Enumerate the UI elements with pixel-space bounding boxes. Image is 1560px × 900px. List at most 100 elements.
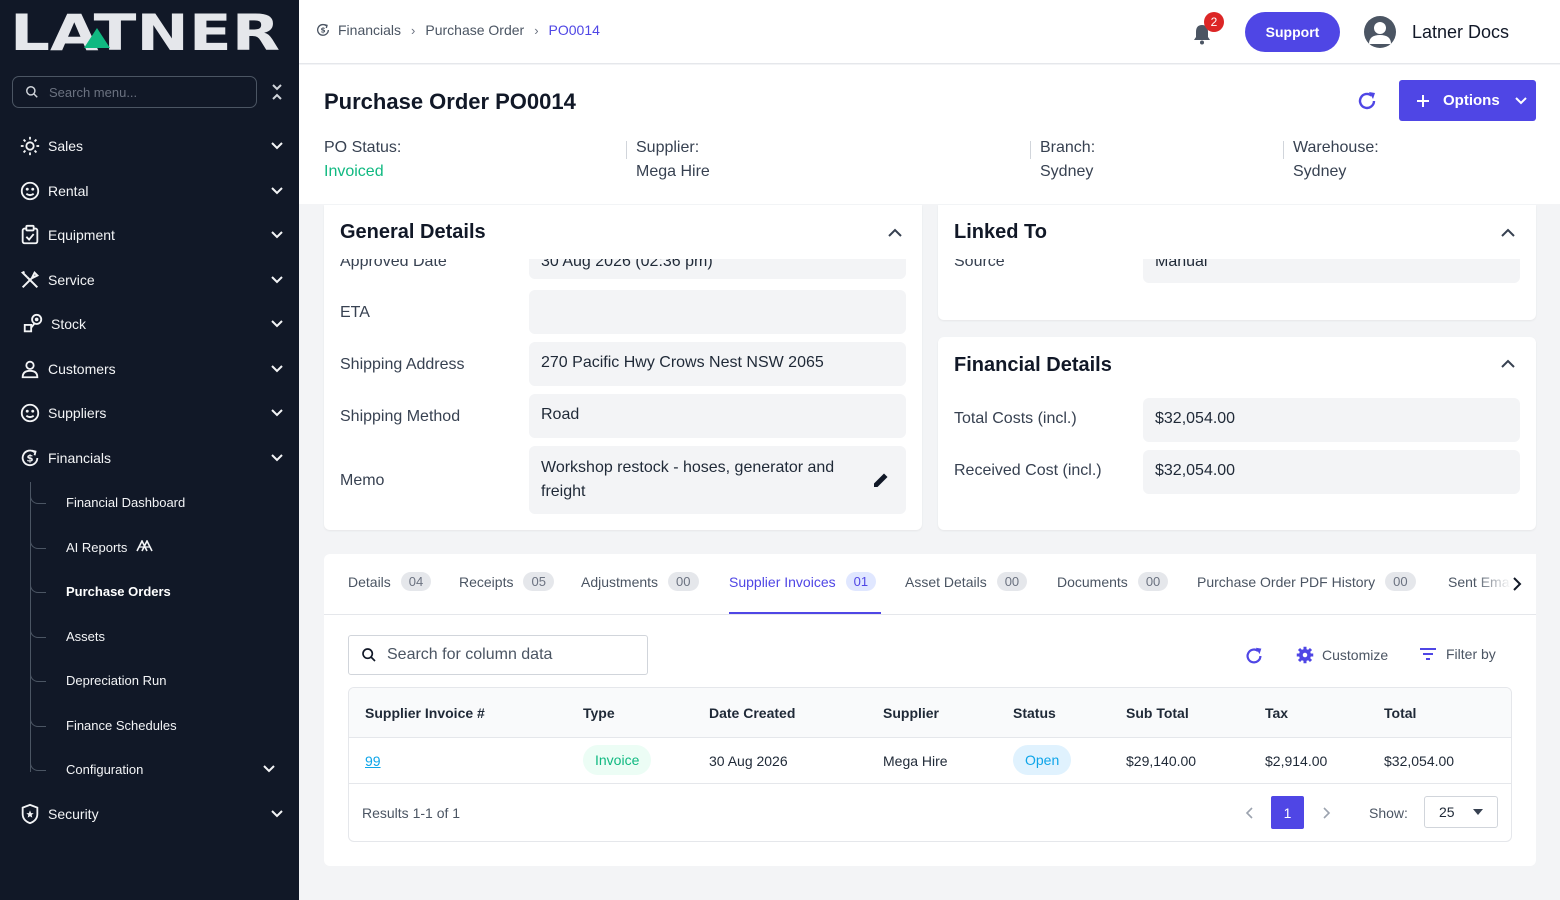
sidebar-item-sales[interactable]: Sales (0, 126, 299, 166)
support-button[interactable]: Support (1245, 12, 1340, 52)
sidebar-item-security[interactable]: Security (0, 794, 299, 834)
sidebar-item-equipment[interactable]: Equipment (0, 215, 299, 255)
menu-search-box[interactable] (12, 76, 257, 108)
column-header[interactable]: Tax (1265, 705, 1288, 721)
chevron-down-icon (268, 226, 286, 244)
sidebar-item-financials[interactable]: $ Financials (0, 438, 299, 478)
avatar[interactable] (1364, 16, 1396, 48)
tab-label: Supplier Invoices (729, 574, 836, 590)
sidebar-item-stock[interactable]: Stock (0, 304, 299, 344)
chevron-down-icon (268, 182, 286, 200)
status-badge: Open (1013, 745, 1072, 775)
sidebar-subitem-configuration[interactable]: Configuration (30, 749, 299, 789)
refresh-icon[interactable] (1355, 89, 1379, 113)
supplier-cell: Mega Hire (883, 753, 948, 769)
financials-icon: $ (317, 23, 329, 36)
memo-field[interactable]: Workshop restock - hoses, generator and … (529, 446, 906, 514)
options-button[interactable]: Options (1399, 80, 1536, 121)
source-field[interactable]: Manual (1143, 259, 1520, 283)
column-header[interactable]: Status (1013, 705, 1056, 721)
tree-connector (30, 705, 46, 727)
customize-button[interactable]: Customize (1296, 646, 1388, 664)
chevron-down-icon (268, 360, 286, 378)
branch-value: Sydney (1040, 163, 1094, 180)
sidebar-subitem-financial-dashboard[interactable]: Financial Dashboard (30, 482, 299, 522)
tab-label: Adjustments (581, 574, 659, 590)
invoice-number-cell: 99 (365, 753, 381, 769)
tab-asset-details[interactable]: Asset Details 00 (905, 572, 1028, 614)
sidebar-subitem-depreciation-run[interactable]: Depreciation Run (30, 660, 299, 700)
chevron-up-icon[interactable] (885, 223, 905, 243)
tree-connector (30, 571, 46, 593)
sidebar-subitem-assets[interactable]: Assets (30, 616, 299, 656)
total-cell: $32,054.00 (1384, 753, 1455, 769)
table-header: Supplier Invoice # Type Date Created Sup… (349, 688, 1511, 738)
eta-field[interactable] (529, 290, 906, 334)
sidebar-item-customers[interactable]: Customers (0, 349, 299, 389)
column-header[interactable]: Supplier Invoice # (365, 705, 485, 721)
received-cost-field[interactable]: $32,054.00 (1143, 450, 1520, 494)
table-search-box[interactable] (348, 635, 648, 675)
page-size-select[interactable]: 25 (1424, 796, 1498, 828)
top-bar: $ Financials › Purchase Order › PO0014 2… (299, 0, 1560, 64)
shipping-method-field[interactable]: Road (529, 394, 906, 438)
collapse-sidebar-button[interactable] (266, 80, 288, 104)
tab-receipts[interactable]: Receipts 05 (459, 572, 554, 614)
tab-count-badge: 00 (1385, 572, 1416, 591)
column-header[interactable]: Total (1384, 705, 1416, 721)
type-badge: Invoice (583, 745, 652, 775)
suppliers-icon (19, 402, 41, 424)
search-icon (362, 648, 376, 662)
breadcrumb-item-financials[interactable]: Financials (338, 22, 401, 38)
pagination-current-page[interactable]: 1 (1271, 796, 1304, 829)
tab-documents[interactable]: Documents 00 (1057, 572, 1169, 614)
search-icon (26, 86, 38, 98)
chevron-right-icon[interactable] (1318, 805, 1334, 821)
sidebar-item-rental[interactable]: Rental (0, 171, 299, 211)
chevron-right-icon[interactable] (1510, 576, 1524, 592)
tab-adjustments[interactable]: Adjustments 00 (581, 572, 699, 614)
column-header[interactable]: Date Created (709, 705, 795, 721)
tab-count-badge: 00 (1137, 572, 1169, 591)
sidebar-subitem-ai-reports[interactable]: AI Reports (30, 527, 299, 567)
sidebar: LATNER Sales Rental Equipment Service St… (0, 0, 299, 900)
column-header[interactable]: Sub Total (1126, 705, 1189, 721)
column-header[interactable]: Supplier (883, 705, 939, 721)
refresh-icon[interactable] (1243, 645, 1265, 667)
linked-to-card: Linked To Source Manual (938, 205, 1536, 320)
chevron-up-icon[interactable] (1498, 354, 1518, 374)
approved-date-field[interactable]: 30 Aug 2026 (02:36 pm) (529, 259, 906, 279)
breadcrumb-item-purchase-order[interactable]: Purchase Order (425, 22, 524, 38)
chevron-left-icon[interactable] (1242, 805, 1258, 821)
tab-po-pdf-history[interactable]: Purchase Order PDF History 00 (1197, 572, 1416, 614)
filter-icon (1420, 648, 1436, 660)
financials-icon: $ (19, 447, 41, 469)
column-header[interactable]: Type (583, 705, 615, 721)
invoice-number-link[interactable]: 99 (365, 753, 381, 769)
sidebar-subitem-purchase-orders[interactable]: Purchase Orders (30, 571, 299, 611)
table-search-input[interactable] (387, 646, 637, 664)
filter-by-button[interactable]: Filter by (1419, 646, 1496, 662)
tab-count-badge: 05 (523, 572, 554, 591)
page-title-id: PO0014 (495, 89, 576, 114)
shipping-address-field[interactable]: 270 Pacific Hwy Crows Nest NSW 2065 (529, 342, 906, 386)
subtotal-cell: $29,140.00 (1126, 753, 1197, 769)
menu-search-input[interactable] (49, 84, 239, 100)
sidebar-item-suppliers[interactable]: Suppliers (0, 393, 299, 433)
sidebar-subitem-label: AI Reports (66, 539, 128, 555)
approved-date-label: Approved Date (340, 259, 447, 270)
collapse-chevrons-icon (272, 84, 282, 100)
latner-logo[interactable]: LATNER (10, 10, 280, 54)
sidebar-subitem-label: Finance Schedules (66, 717, 177, 733)
chevron-up-icon[interactable] (1498, 223, 1518, 243)
total-costs-field[interactable]: $32,054.00 (1143, 398, 1520, 442)
sidebar-item-service[interactable]: Service (0, 260, 299, 300)
tab-supplier-invoices[interactable]: Supplier Invoices 01 (729, 572, 881, 614)
tab-details[interactable]: Details 04 (348, 572, 432, 614)
stock-icon (22, 313, 44, 335)
user-name[interactable]: Latner Docs (1412, 22, 1509, 43)
received-cost-label: Received Cost (incl.) (954, 462, 1102, 479)
pencil-icon[interactable] (872, 471, 890, 489)
equipment-icon (19, 224, 41, 246)
sidebar-subitem-finance-schedules[interactable]: Finance Schedules (30, 705, 299, 745)
